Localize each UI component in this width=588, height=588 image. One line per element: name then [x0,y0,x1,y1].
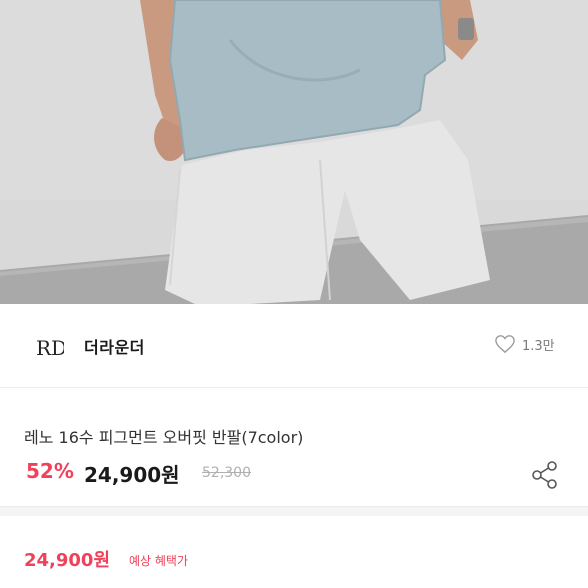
benefit-price: 24,900원 [24,550,111,571]
like-count: 1.3만 [522,338,555,354]
brand-logo[interactable]: RD [34,332,67,362]
section-divider [0,506,588,516]
product-info: 레노 16수 피그먼트 오버핏 반팔(7color) [0,388,588,506]
product-photo-illustration [0,0,588,304]
discount-rate: 52% [26,459,74,483]
heart-icon [495,335,515,354]
benefit-price-row: 24,900원 예상 혜택가 [0,516,588,588]
original-price: 52,300 [202,465,251,481]
share-icon [532,461,557,489]
share-button[interactable] [528,458,562,492]
sale-price: 24,900원 [84,463,180,487]
brand-row: RD 더라운더 1.3만 [0,304,588,388]
svg-text:RD: RD [36,336,64,360]
product-title: 레노 16수 피그먼트 오버핏 반팔(7color) [24,428,304,447]
brand-name[interactable]: 더라운더 [84,334,145,358]
like-button[interactable]: 1.3만 [494,334,555,354]
brand-logo-icon: RD [36,336,67,360]
benefit-label: 예상 혜택가 [129,554,189,568]
product-image[interactable] [0,0,588,304]
